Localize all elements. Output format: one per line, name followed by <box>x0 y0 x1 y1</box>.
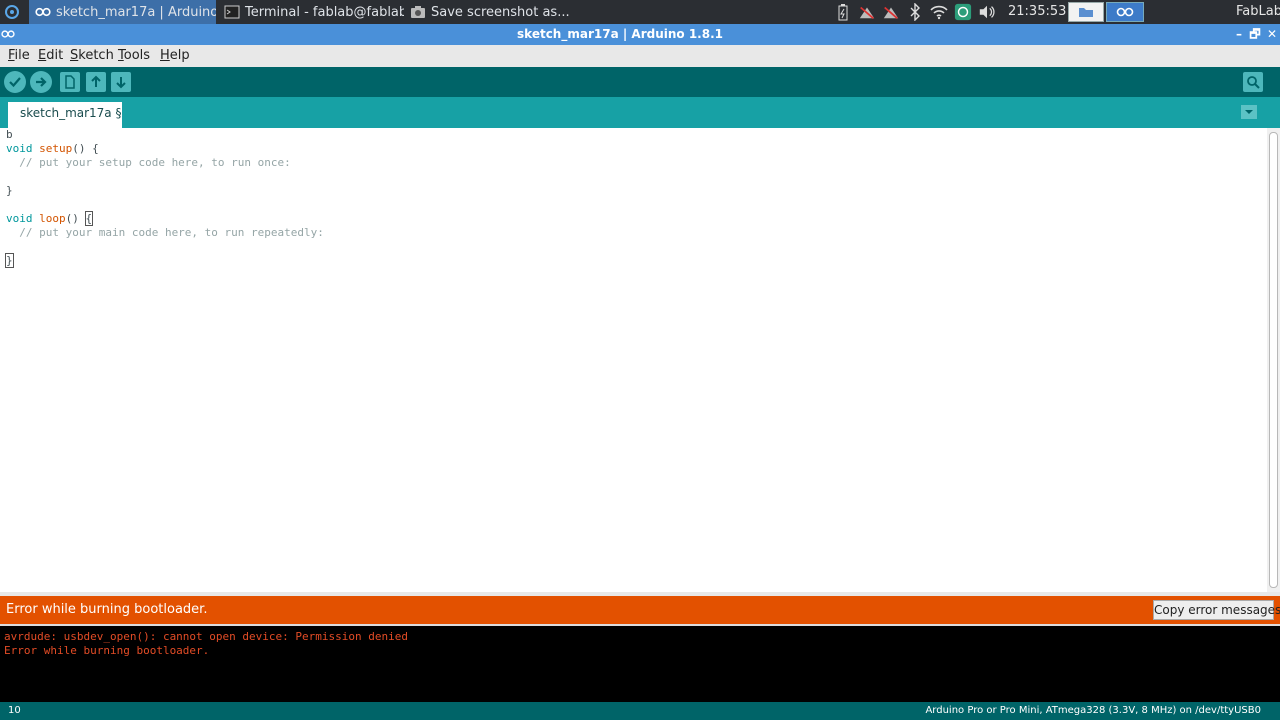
console-line: Error while burning bootloader. <box>4 644 210 657</box>
network-muted-icon[interactable] <box>858 3 876 21</box>
terminal-icon <box>224 5 240 19</box>
arrow-right-icon <box>36 77 47 87</box>
battery-icon[interactable] <box>834 3 852 21</box>
code-line-10: } <box>5 253 14 268</box>
close-button[interactable]: ✕ <box>1264 24 1280 45</box>
window-titlebar[interactable]: sketch_mar17a | Arduino 1.8.1 – 🗗 ✕ <box>0 24 1280 45</box>
window-title: sketch_mar17a | Arduino 1.8.1 <box>517 27 723 41</box>
code-line-2: void setup() { <box>6 142 99 155</box>
upload-button[interactable] <box>30 71 52 93</box>
toolbar <box>0 67 1280 97</box>
console-line: avrdude: usbdev_open(): cannot open devi… <box>4 630 408 643</box>
function-loop: loop <box>39 212 66 225</box>
taskbar-task-arduino[interactable]: sketch_mar17a | Arduino ... <box>29 0 216 24</box>
file-manager-icon <box>1079 8 1093 17</box>
taskbar-task-label: Terminal - fablab@fablab-... <box>245 4 404 20</box>
code-editor[interactable]: b void setup() { // put your setup code … <box>0 128 1267 592</box>
app-menu-button[interactable] <box>0 0 24 24</box>
user-name[interactable]: FabLab <box>1236 0 1280 24</box>
wifi-icon[interactable] <box>930 3 948 21</box>
menu-bar: File Edit Sketch Tools Help <box>0 45 1280 67</box>
board-info: Arduino Pro or Pro Mini, ATmega328 (3.3V… <box>925 705 1261 716</box>
console-output[interactable]: avrdude: usbdev_open(): cannot open devi… <box>0 624 1280 702</box>
chevron-down-icon <box>1245 110 1253 114</box>
matched-brace: { <box>84 211 94 226</box>
code-line-5: } <box>6 184 13 197</box>
clock[interactable]: 21:35:53 <box>1008 0 1066 24</box>
tab-bar: sketch_mar17a § <box>0 97 1280 128</box>
arrow-up-icon <box>91 75 101 87</box>
new-file-icon <box>65 75 75 89</box>
new-sketch-button[interactable] <box>60 72 80 92</box>
save-sketch-button[interactable] <box>111 72 131 92</box>
magnifier-icon <box>1247 76 1260 89</box>
system-tray <box>834 0 996 24</box>
arduino-icon <box>35 7 51 17</box>
arrow-down-icon <box>116 77 126 89</box>
taskbar-task-label: sketch_mar17a | Arduino ... <box>56 4 216 20</box>
update-icon[interactable] <box>954 3 972 21</box>
verify-button[interactable] <box>4 71 26 93</box>
menu-tools[interactable]: Tools <box>118 45 150 67</box>
maximize-button[interactable]: 🗗 <box>1247 24 1263 45</box>
menu-file[interactable]: File <box>8 45 30 67</box>
bluetooth-icon[interactable] <box>906 3 924 21</box>
status-message: Error while burning bootloader. <box>6 602 208 617</box>
taskbar-task-terminal[interactable]: Terminal - fablab@fablab-... <box>218 0 404 24</box>
menu-help[interactable]: Help <box>160 45 190 67</box>
footer-status: 10 Arduino Pro or Pro Mini, ATmega328 (3… <box>0 702 1280 720</box>
minimize-button[interactable]: – <box>1231 24 1247 45</box>
workspace-file-manager[interactable] <box>1068 2 1104 22</box>
tab-menu-button[interactable] <box>1241 105 1257 119</box>
network-muted-icon[interactable] <box>882 3 900 21</box>
code-line-1: b <box>6 128 13 141</box>
matched-brace: } <box>5 253 14 268</box>
text-caret <box>12 255 14 267</box>
serial-monitor-button[interactable] <box>1243 72 1263 92</box>
menu-edit[interactable]: Edit <box>38 45 63 67</box>
tab-sketch-mar17a[interactable]: sketch_mar17a § <box>8 102 122 128</box>
line-number: 10 <box>8 705 21 716</box>
taskbar-task-label: Save screenshot as... <box>431 4 570 20</box>
function-setup: setup <box>39 142 73 155</box>
app-menu-icon <box>5 5 19 19</box>
keyword-void: void <box>6 212 33 225</box>
taskbar-task-screenshot[interactable]: Save screenshot as... <box>406 0 596 24</box>
copy-error-messages-button[interactable]: Copy error messages <box>1153 600 1280 620</box>
status-bar: Error while burning bootloader. Copy err… <box>0 596 1280 624</box>
checkmark-icon <box>9 77 21 88</box>
menu-sketch[interactable]: Sketch <box>70 45 114 67</box>
editor-scrollbar-thumb[interactable] <box>1269 132 1278 588</box>
open-sketch-button[interactable] <box>86 72 106 92</box>
camera-icon <box>411 6 425 18</box>
keyword-void: void <box>6 142 33 155</box>
system-taskbar: sketch_mar17a | Arduino ... Terminal - f… <box>0 0 1280 24</box>
code-line-8: // put your main code here, to run repea… <box>6 226 324 239</box>
code-line-7: void loop() { <box>6 211 94 226</box>
code-line-3: // put your setup code here, to run once… <box>6 156 291 169</box>
volume-icon[interactable] <box>978 3 996 21</box>
arduino-icon <box>1116 7 1134 17</box>
workspace-arduino[interactable] <box>1106 2 1144 22</box>
